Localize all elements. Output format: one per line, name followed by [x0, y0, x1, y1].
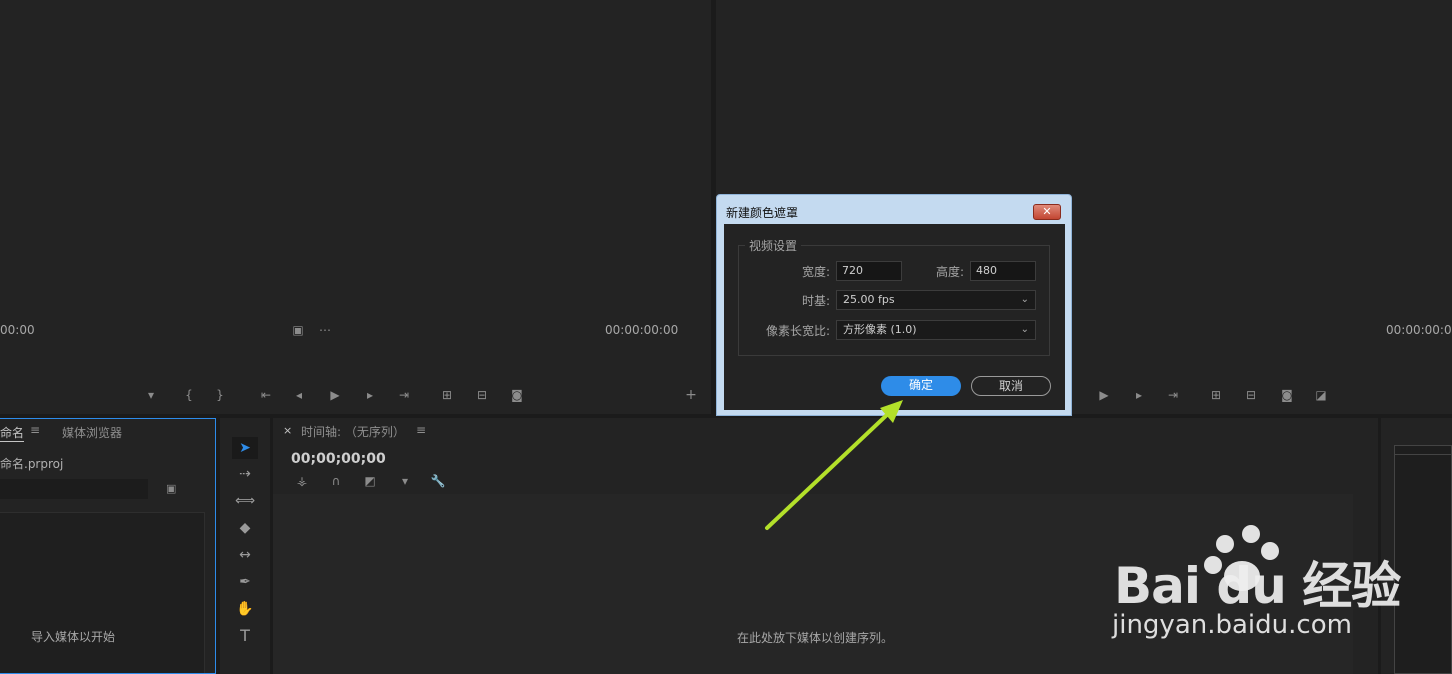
watermark-brand: Bai du 经验	[1114, 557, 1401, 615]
watermark-url: jingyan.baidu.com	[1112, 610, 1352, 640]
baidu-watermark: Bai du 经验 jingyan.baidu.com	[1110, 520, 1401, 650]
